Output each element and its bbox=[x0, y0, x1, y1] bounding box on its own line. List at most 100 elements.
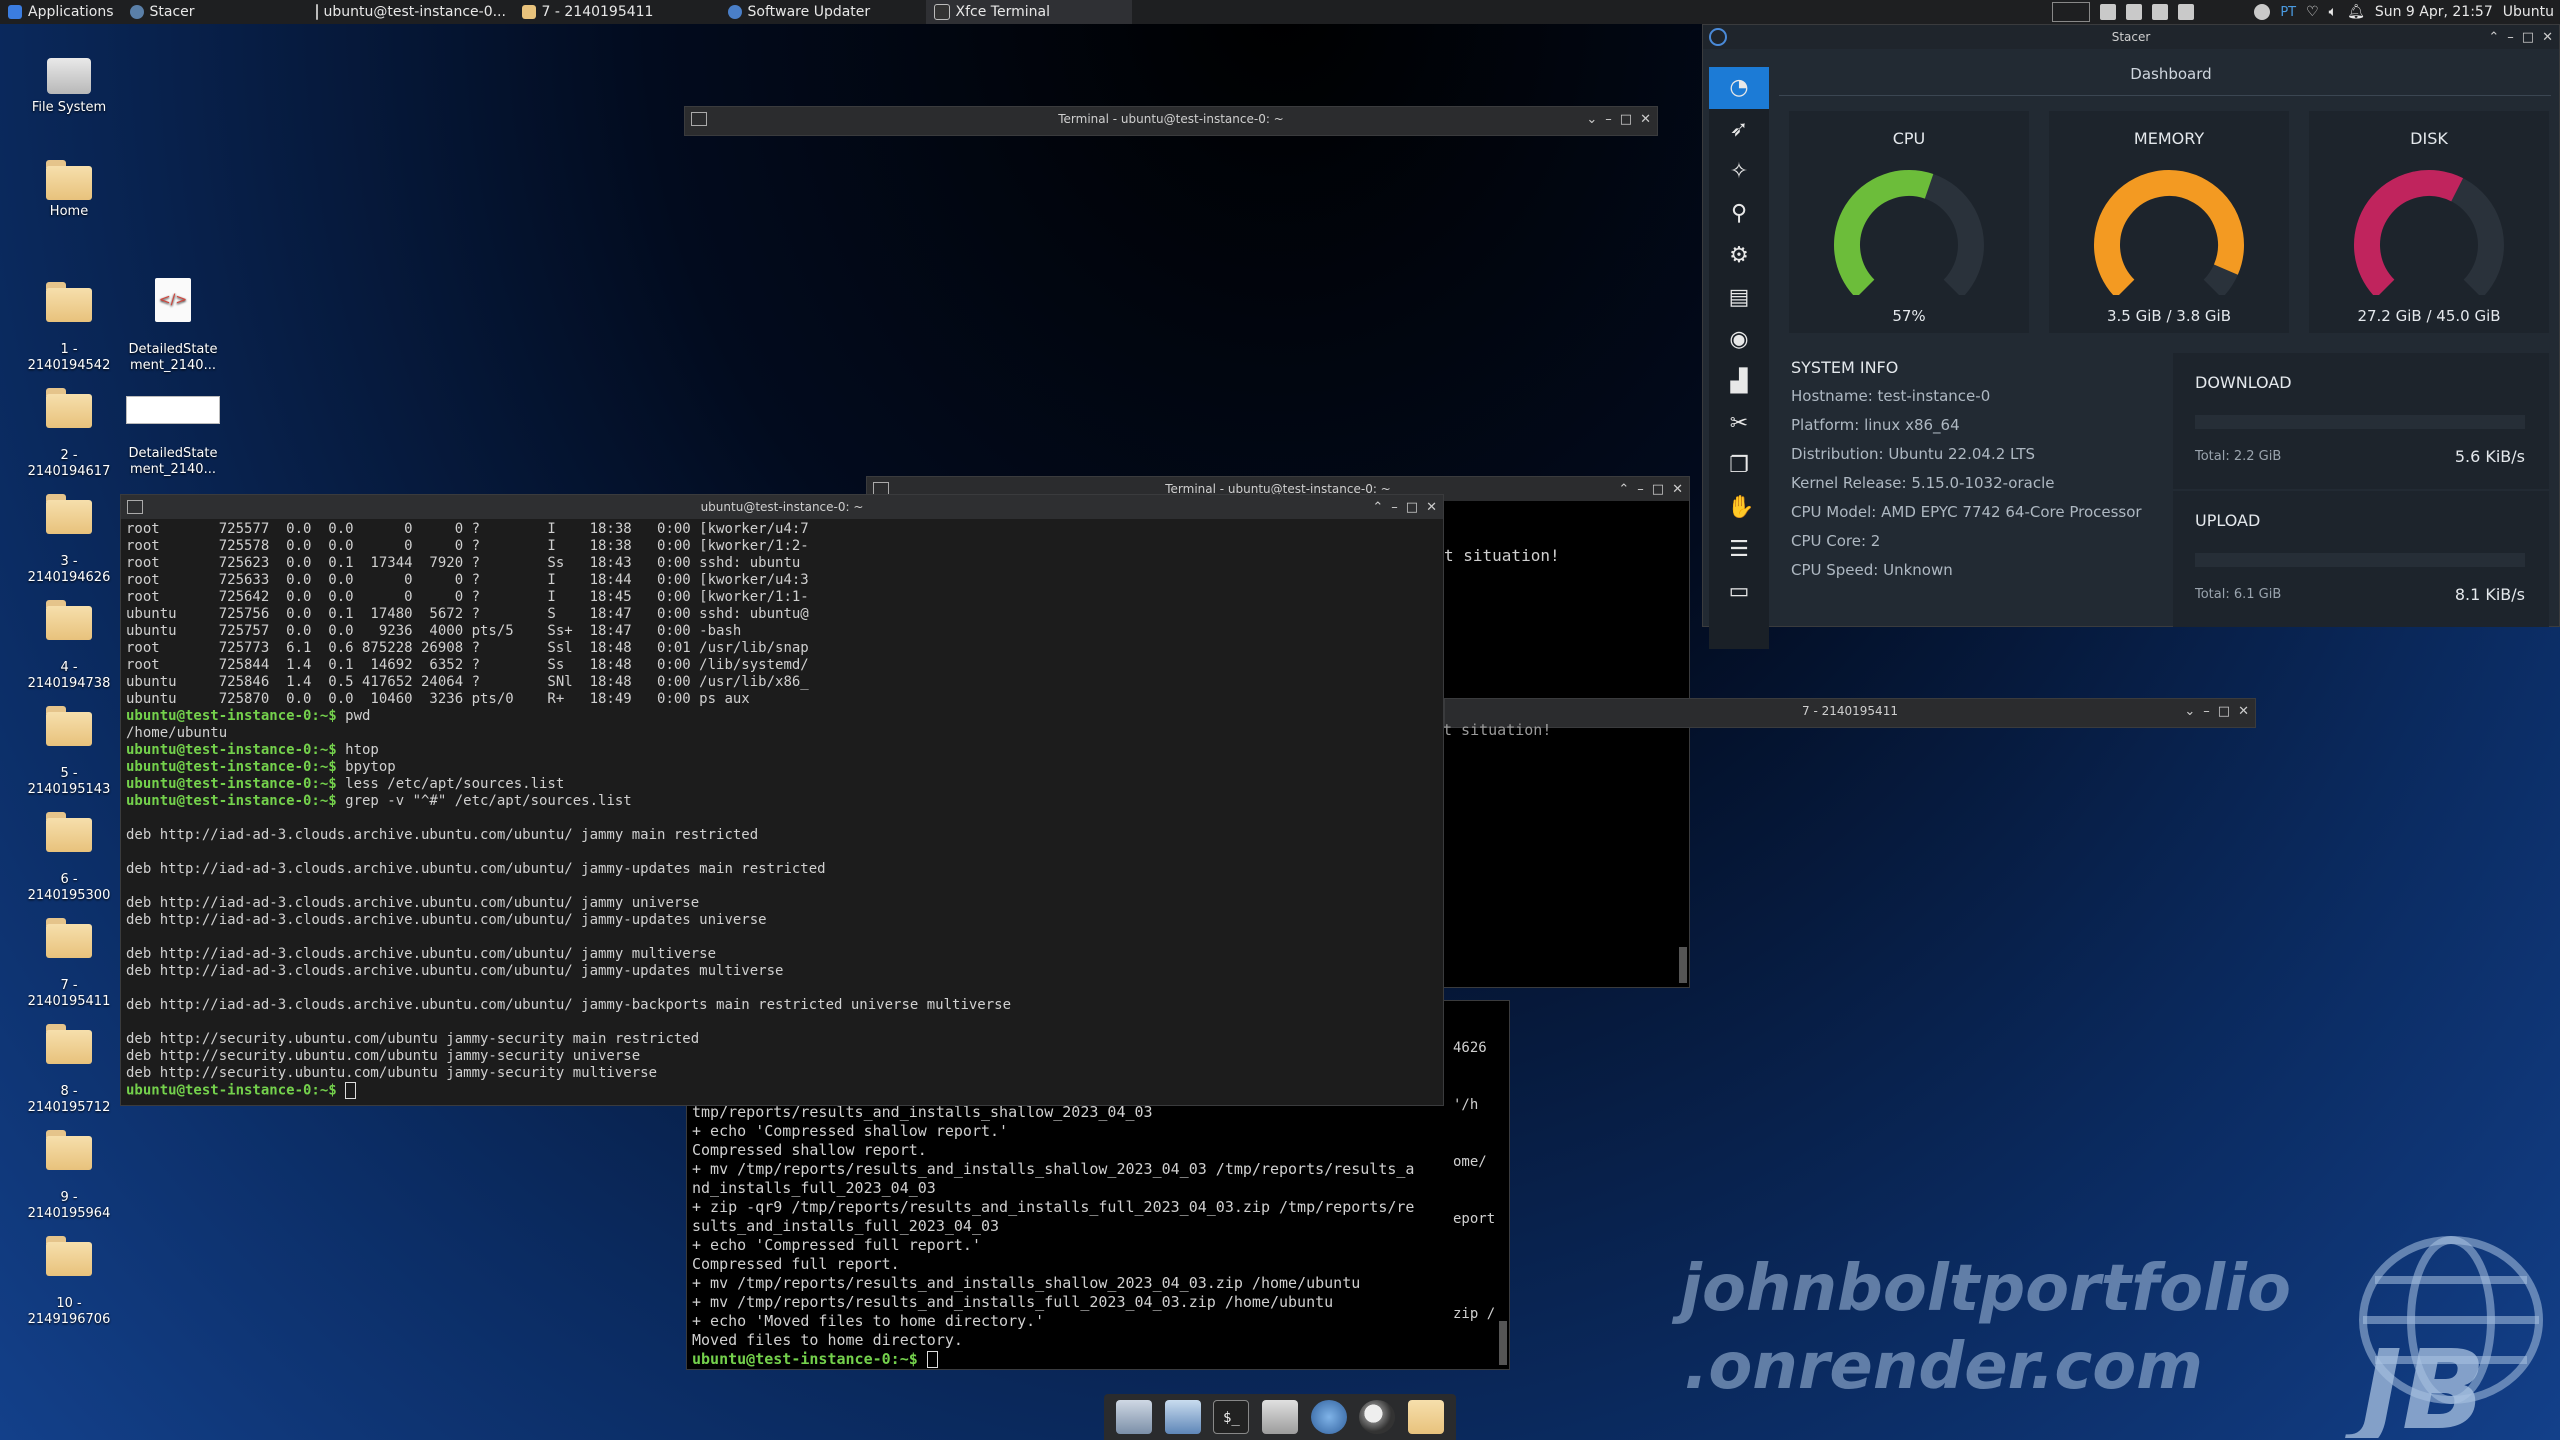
top-panel: Applications Stacer ubuntu@test-instance… bbox=[0, 0, 2560, 24]
clock[interactable]: Sun 9 Apr, 21:57 bbox=[2375, 4, 2493, 20]
sidebar-item-dashboard[interactable]: ◔ bbox=[1709, 67, 1769, 109]
search-icon: ⚲ bbox=[1730, 201, 1748, 226]
sidebar-item-settings[interactable]: ☰ bbox=[1709, 529, 1769, 571]
terminal-window-main[interactable]: ubuntu@test-instance-0: ~ ⌃ – □ ✕ root 7… bbox=[120, 494, 1444, 1106]
terminal-prompt: ubuntu@test-instance-0:~$ bbox=[126, 793, 337, 809]
scrollbar[interactable] bbox=[1499, 1321, 1507, 1365]
notification-icon[interactable]: 🔔︎ bbox=[2347, 4, 2365, 20]
terminal-line: deb http://iad-ad-3.clouds.archive.ubunt… bbox=[126, 827, 1011, 844]
maximize-button[interactable]: □ bbox=[2522, 30, 2534, 45]
minimize-button[interactable]: – bbox=[2203, 704, 2210, 719]
maximize-button[interactable]: □ bbox=[1652, 482, 1664, 497]
maximize-button[interactable]: □ bbox=[1620, 112, 1632, 127]
keyboard-layout[interactable]: PT bbox=[2280, 5, 2296, 20]
window-icon[interactable] bbox=[2178, 4, 2195, 20]
user-menu[interactable]: Ubuntu bbox=[2503, 4, 2554, 20]
close-button[interactable]: ✕ bbox=[1640, 112, 1651, 127]
home-folder-icon[interactable] bbox=[1261, 1400, 1298, 1434]
terminal-line: ubuntu@test-instance-0:~$ htop bbox=[126, 742, 1011, 759]
volume-icon[interactable]: 🔈︎ bbox=[2329, 4, 2337, 20]
desktop-icon-file-system[interactable]: File System bbox=[14, 58, 124, 116]
sidebar-item-resources[interactable]: ◉ bbox=[1709, 319, 1769, 361]
close-button[interactable]: ✕ bbox=[2542, 30, 2553, 45]
minimize-button[interactable]: – bbox=[1391, 500, 1398, 515]
terminal-text: nd_installs_full_2023_04_03 bbox=[692, 1179, 936, 1197]
sidebar-item-services[interactable]: ⚙ bbox=[1709, 235, 1769, 277]
terminal-line: root 725633 0.0 0.0 0 0 ? I 18:44 0:00 [… bbox=[126, 572, 1011, 589]
sidebar-item-uninstaller[interactable]: ▤ bbox=[1709, 277, 1769, 319]
users-icon[interactable] bbox=[1164, 1400, 1201, 1434]
menu-button[interactable]: ⌄ bbox=[1586, 112, 1597, 127]
network-icon[interactable]: ♡ bbox=[2306, 4, 2319, 20]
scrollbar[interactable] bbox=[1679, 947, 1687, 983]
folder-window-7[interactable]: 7 - 2140195411 ⌄ – □ ✕ bbox=[1444, 698, 2256, 728]
sidebar-item-apt-repository[interactable]: ❐ bbox=[1709, 445, 1769, 487]
search-icon[interactable] bbox=[1359, 1400, 1396, 1434]
menu-button[interactable]: ⌃ bbox=[2488, 30, 2499, 45]
task-xfce-terminal[interactable]: Xfce Terminal bbox=[925, 0, 1132, 24]
terminal-output-fragment: t situation! bbox=[1443, 722, 1552, 739]
window-icon[interactable] bbox=[2100, 4, 2117, 20]
workspace-switcher[interactable] bbox=[2052, 2, 2091, 22]
web-browser-icon[interactable] bbox=[1310, 1400, 1347, 1434]
close-button[interactable]: ✕ bbox=[1426, 500, 1437, 515]
minimize-button[interactable]: – bbox=[1605, 112, 1612, 127]
sidebar-item-gnome[interactable]: ✋ bbox=[1709, 487, 1769, 529]
terminal-text: ubuntu 725757 0.0 0.0 9236 4000 pts/5 Ss… bbox=[126, 623, 742, 639]
sidebar-item-system-cleaner[interactable]: ✧ bbox=[1709, 151, 1769, 193]
maximize-button[interactable]: □ bbox=[1406, 500, 1418, 515]
terminal-text: deb http://iad-ad-3.clouds.archive.ubunt… bbox=[126, 946, 717, 962]
terminal-icon bbox=[315, 4, 318, 20]
stacer-window[interactable]: Stacer ⌃ – □ ✕ ◔ ➶ ✧ ⚲ ⚙ ▤ ◉ ▟ ✂ ❐ ✋ ☰ ▭… bbox=[1702, 24, 2560, 649]
terminal-window-background[interactable]: Terminal - ubuntu@test-instance-0: ~ ⌄ –… bbox=[684, 106, 1658, 136]
sidebar-item-feedback[interactable]: ▭ bbox=[1709, 571, 1769, 613]
sidebar-item-startup-apps[interactable]: ➶ bbox=[1709, 109, 1769, 151]
window-titlebar[interactable]: Stacer ⌃ – □ ✕ bbox=[1703, 25, 2559, 49]
applications-menu[interactable]: Applications bbox=[0, 0, 122, 24]
desktop-icon-image-statement[interactable]: DetailedState ment_2140... bbox=[118, 370, 228, 494]
window-titlebar[interactable]: ubuntu@test-instance-0: ~ ⌃ – □ ✕ bbox=[121, 495, 1443, 519]
terminal-icon[interactable]: $_ bbox=[1213, 1400, 1250, 1434]
sidebar-item-search[interactable]: ⚲ bbox=[1709, 193, 1769, 235]
terminal-text: sults_and_installs_full_2023_04_03 bbox=[692, 1217, 1000, 1235]
menu-button[interactable]: ⌃ bbox=[1618, 482, 1629, 497]
feedback-icon: ▭ bbox=[1728, 579, 1750, 604]
apt-repository-icon: ❐ bbox=[1729, 453, 1749, 478]
watermark: johnboltportfolio .onrender.com bbox=[1680, 1252, 2291, 1404]
terminal-line: Compressed shallow report. bbox=[692, 1141, 1414, 1160]
task-software-updater[interactable]: Software Updater bbox=[720, 0, 926, 24]
close-button[interactable]: ✕ bbox=[2238, 704, 2249, 719]
task-terminal[interactable]: ubuntu@test-instance-0... bbox=[308, 0, 514, 24]
menu-button[interactable]: ⌄ bbox=[2184, 704, 2195, 719]
desktop-icon-home[interactable]: Home bbox=[14, 160, 124, 220]
folder-icon bbox=[46, 388, 92, 428]
window-icon[interactable] bbox=[2152, 4, 2169, 20]
show-desktop-icon[interactable] bbox=[1116, 1400, 1153, 1434]
window-titlebar[interactable]: 7 - 2140195411 ⌄ – □ ✕ bbox=[1445, 699, 2255, 723]
menu-button[interactable]: ⌃ bbox=[1372, 500, 1383, 515]
terminal-text: + mv /tmp/reports/results_and_installs_f… bbox=[692, 1293, 1334, 1311]
system-tray: PT ♡ 🔈︎ 🔔︎ Sun 9 Apr, 21:57 Ubuntu bbox=[2052, 0, 2560, 24]
maximize-button[interactable]: □ bbox=[2218, 704, 2230, 719]
terminal-prompt: ubuntu@test-instance-0:~$ bbox=[126, 776, 337, 792]
desktop-icon-folder-10[interactable]: 10 - 2149196706 bbox=[14, 1220, 124, 1344]
gauge-card-memory: MEMORY 3.5 GiB / 3.8 GiB bbox=[2049, 111, 2289, 333]
folder-icon[interactable] bbox=[1407, 1400, 1444, 1434]
svg-text:JB: JB bbox=[2342, 1326, 2486, 1438]
task-stacer[interactable]: Stacer bbox=[122, 0, 308, 24]
updates-icon[interactable] bbox=[2254, 4, 2271, 20]
window-titlebar[interactable]: Terminal - ubuntu@test-instance-0: ~ ⌄ –… bbox=[685, 107, 1657, 131]
window-icon[interactable] bbox=[2126, 4, 2143, 20]
resources-icon: ◉ bbox=[1729, 327, 1749, 352]
minimize-button[interactable]: – bbox=[2507, 30, 2514, 45]
minimize-button[interactable]: – bbox=[1637, 482, 1644, 497]
sidebar-item-helpers[interactable]: ✂ bbox=[1709, 403, 1769, 445]
folder-icon bbox=[46, 600, 92, 640]
close-button[interactable]: ✕ bbox=[1672, 482, 1683, 497]
terminal-line: ubuntu@test-instance-0:~$ pwd bbox=[126, 708, 1011, 725]
sidebar-item-gnome-settings[interactable]: ▟ bbox=[1709, 361, 1769, 403]
system-info-row: CPU Speed: Unknown bbox=[1791, 561, 1953, 579]
task-folder[interactable]: 7 - 2140195411 bbox=[514, 0, 720, 24]
terminal-prompt: ubuntu@test-instance-0:~$ bbox=[126, 759, 337, 775]
